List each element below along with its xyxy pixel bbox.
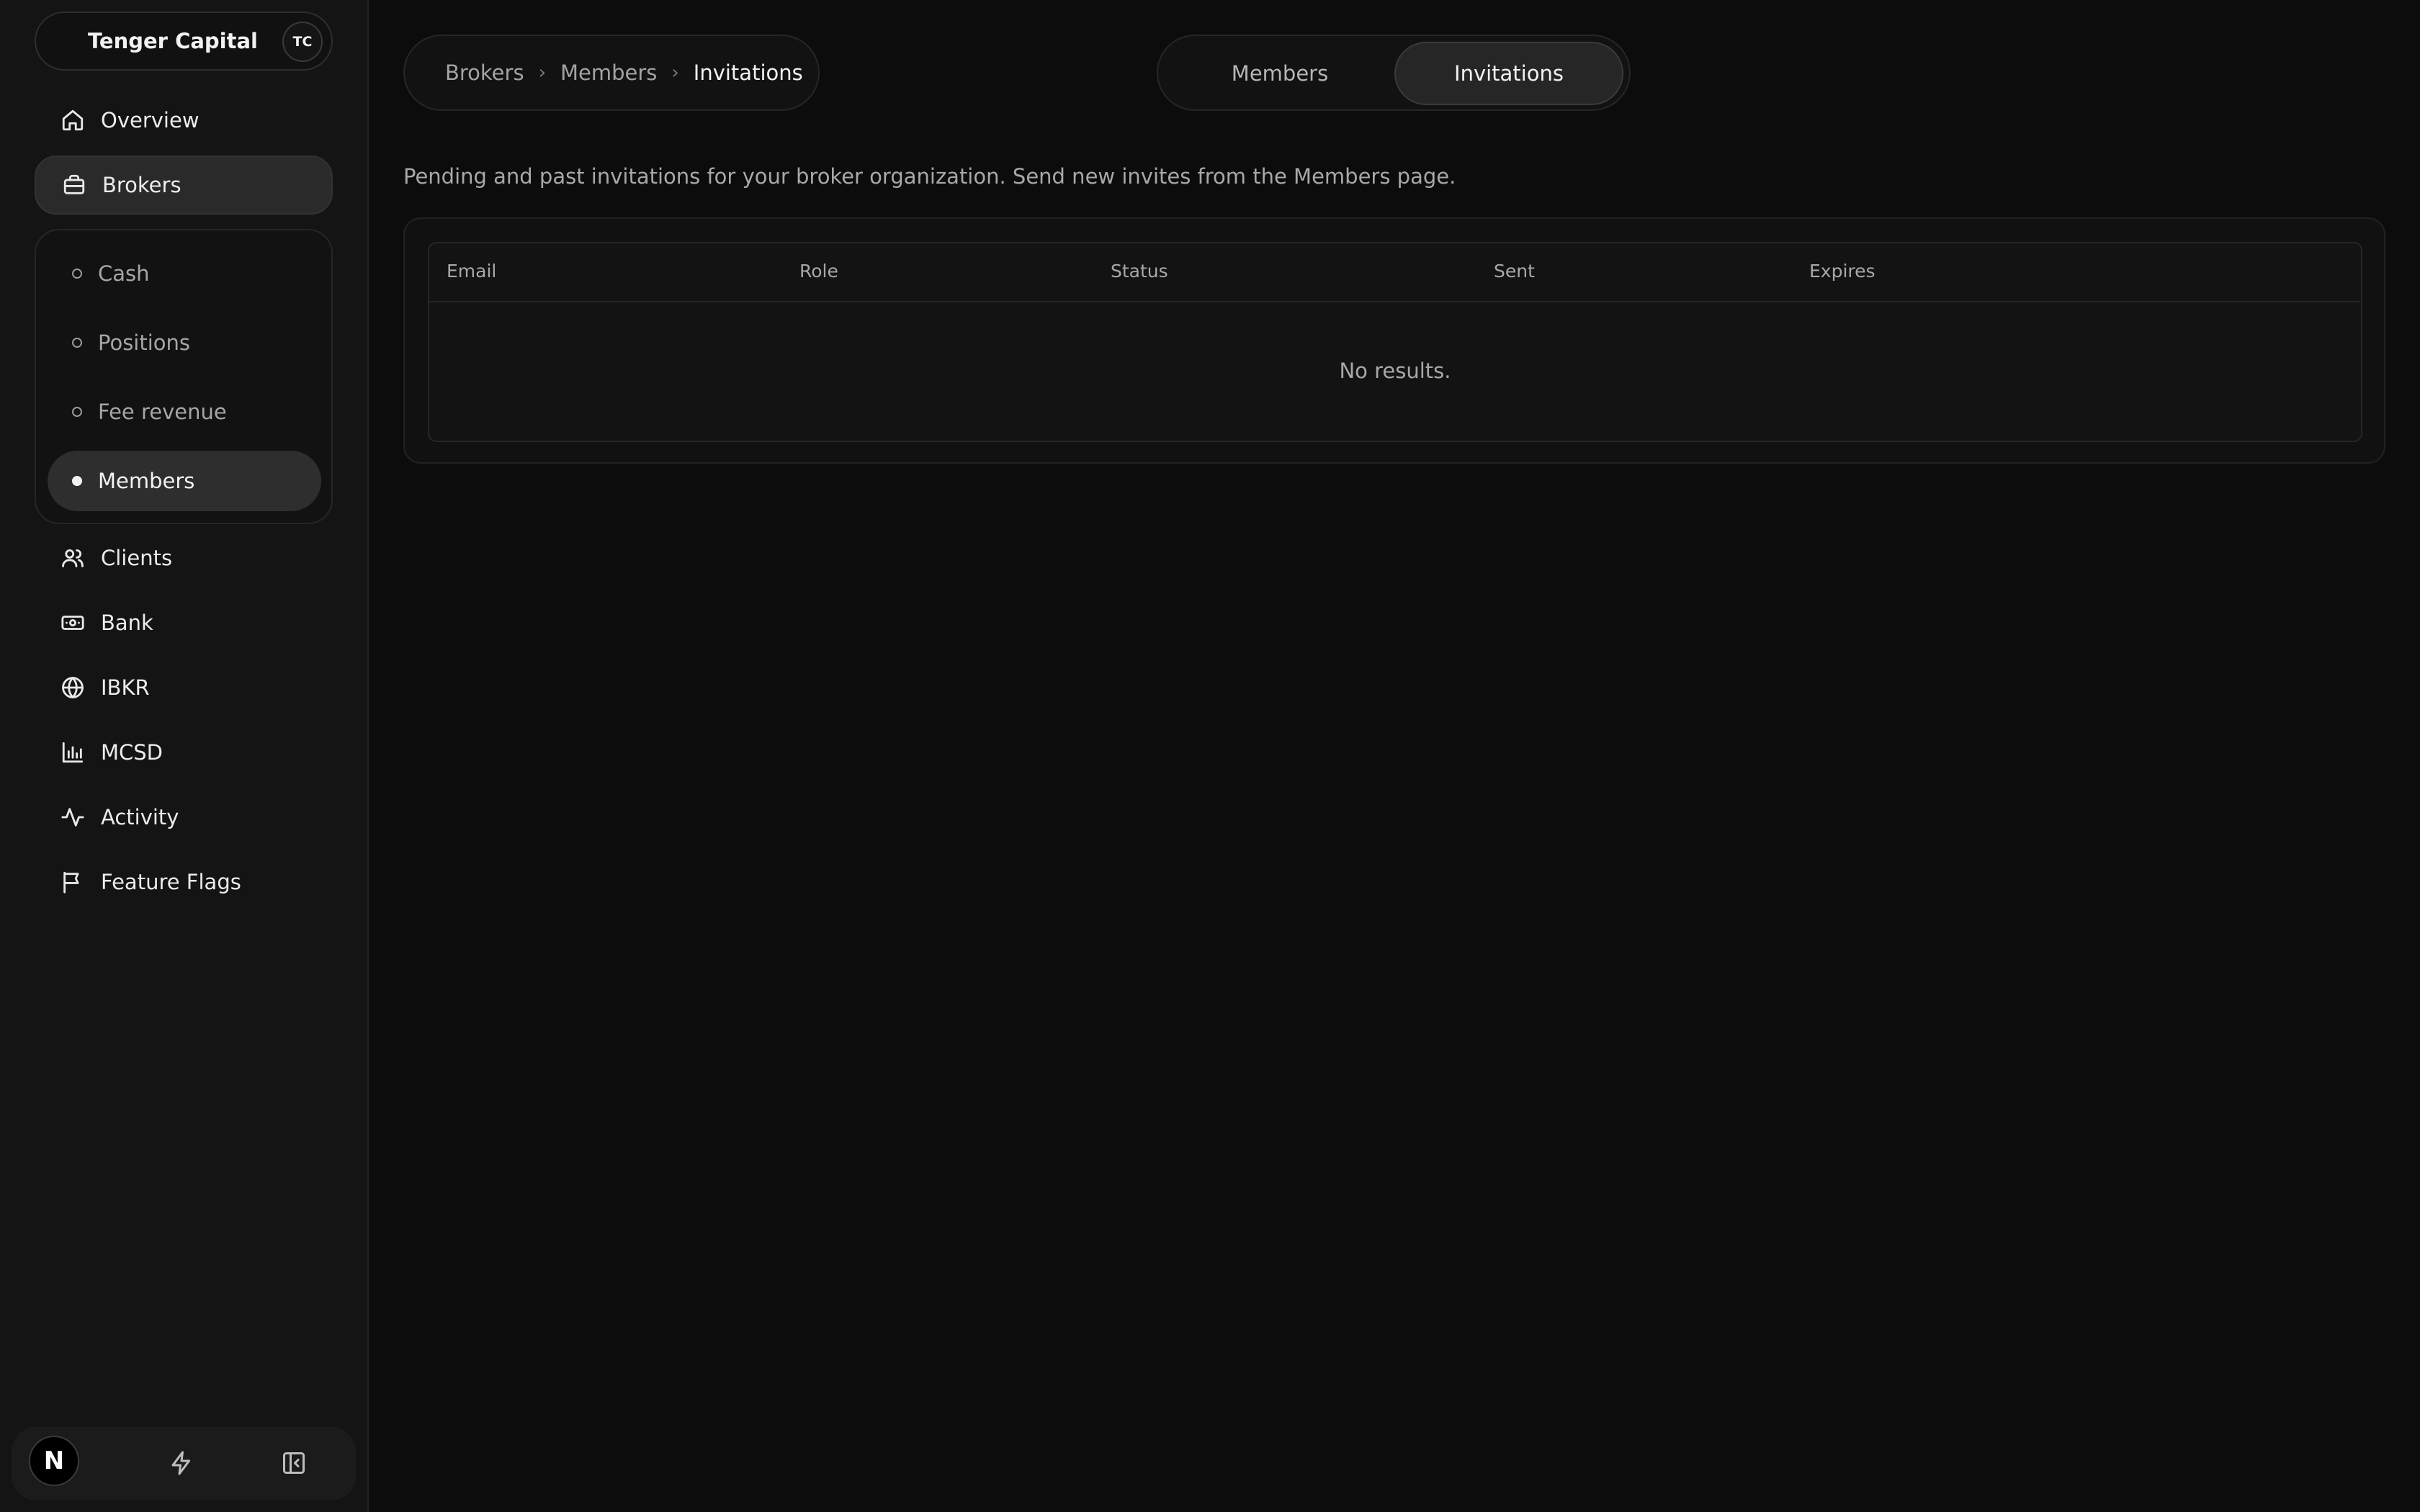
- brokers-subnav: Cash Positions Fee revenue Members: [35, 229, 333, 524]
- org-switcher[interactable]: Tenger Capital TC: [35, 12, 333, 71]
- subnav-item-label: Members: [98, 469, 195, 493]
- bullet-icon: [72, 269, 82, 279]
- chevron-right-icon: ›: [671, 62, 679, 84]
- sidebar-item-label: Brokers: [102, 173, 182, 197]
- sidebar-item-label: Clients: [101, 546, 173, 570]
- subnav-item-label: Positions: [98, 330, 191, 355]
- tab-invitations[interactable]: Invitations: [1394, 42, 1623, 105]
- users-icon: [60, 546, 85, 570]
- tab-members[interactable]: Members: [1165, 42, 1394, 105]
- sidebar-item-label: Activity: [101, 805, 179, 829]
- column-header-sent: Sent: [1494, 261, 1535, 282]
- banknote-icon: [60, 611, 85, 635]
- invitations-card: Email Role Status Sent Expires No result…: [403, 217, 2385, 464]
- bullet-icon: [72, 476, 82, 486]
- sidebar-item-label: IBKR: [101, 675, 150, 700]
- next-logo-button[interactable]: N: [29, 1436, 79, 1486]
- bullet-icon: [72, 338, 82, 348]
- sidebar-item-ibkr[interactable]: IBKR: [35, 658, 333, 717]
- subnav-item-cash[interactable]: Cash: [48, 243, 321, 304]
- subnav-item-label: Fee revenue: [98, 400, 227, 424]
- empty-state-message: No results.: [1339, 359, 1451, 383]
- collapse-sidebar-icon[interactable]: [281, 1450, 307, 1476]
- column-header-expires: Expires: [1809, 261, 1876, 282]
- sidebar-item-label: MCSD: [101, 740, 163, 765]
- sidebar-item-brokers[interactable]: Brokers: [35, 156, 333, 215]
- next-logo-letter: N: [43, 1446, 65, 1475]
- sidebar-item-bank[interactable]: Bank: [35, 593, 333, 652]
- column-header-role: Role: [799, 261, 838, 282]
- bullet-icon: [72, 407, 82, 417]
- home-icon: [60, 108, 85, 132]
- page-description: Pending and past invitations for your br…: [403, 164, 1456, 189]
- sidebar-item-label: Feature Flags: [101, 870, 241, 894]
- column-header-email: Email: [447, 261, 497, 282]
- sidebar-item-feature-flags[interactable]: Feature Flags: [35, 852, 333, 912]
- flag-icon: [60, 870, 85, 894]
- globe-icon: [60, 675, 85, 700]
- sidebar-footer: N: [12, 1427, 356, 1500]
- sidebar-item-label: Bank: [101, 611, 153, 635]
- column-header-status: Status: [1111, 261, 1168, 282]
- app-root: Tenger Capital TC Overview Brokers Cash …: [0, 0, 2420, 1512]
- breadcrumb-members[interactable]: Members: [560, 60, 657, 85]
- bar-chart-icon: [60, 740, 85, 765]
- sidebar-item-label: Overview: [101, 108, 200, 132]
- org-avatar: TC: [282, 22, 323, 62]
- sidebar-item-mcsd[interactable]: MCSD: [35, 723, 333, 782]
- subnav-item-members[interactable]: Members: [48, 451, 321, 511]
- subnav-item-positions[interactable]: Positions: [48, 312, 321, 373]
- subnav-item-fee-revenue[interactable]: Fee revenue: [48, 382, 321, 442]
- members-tabs: Members Invitations: [1157, 35, 1631, 111]
- breadcrumb: Brokers › Members › Invitations: [403, 35, 820, 111]
- table-header: Email Role Status Sent Expires: [429, 243, 2361, 302]
- sidebar-item-overview[interactable]: Overview: [35, 91, 333, 150]
- lightning-icon[interactable]: [169, 1450, 194, 1476]
- briefcase-icon: [62, 173, 86, 197]
- activity-icon: [60, 805, 85, 829]
- org-name: Tenger Capital: [88, 29, 258, 53]
- chevron-right-icon: ›: [538, 62, 546, 84]
- breadcrumb-brokers[interactable]: Brokers: [445, 60, 524, 85]
- sidebar: Tenger Capital TC Overview Brokers Cash …: [0, 0, 369, 1512]
- subnav-item-label: Cash: [98, 261, 150, 286]
- sidebar-item-clients[interactable]: Clients: [35, 528, 333, 588]
- breadcrumb-invitations: Invitations: [693, 60, 803, 85]
- invitations-table: Email Role Status Sent Expires No result…: [428, 242, 2362, 442]
- sidebar-item-activity[interactable]: Activity: [35, 788, 333, 847]
